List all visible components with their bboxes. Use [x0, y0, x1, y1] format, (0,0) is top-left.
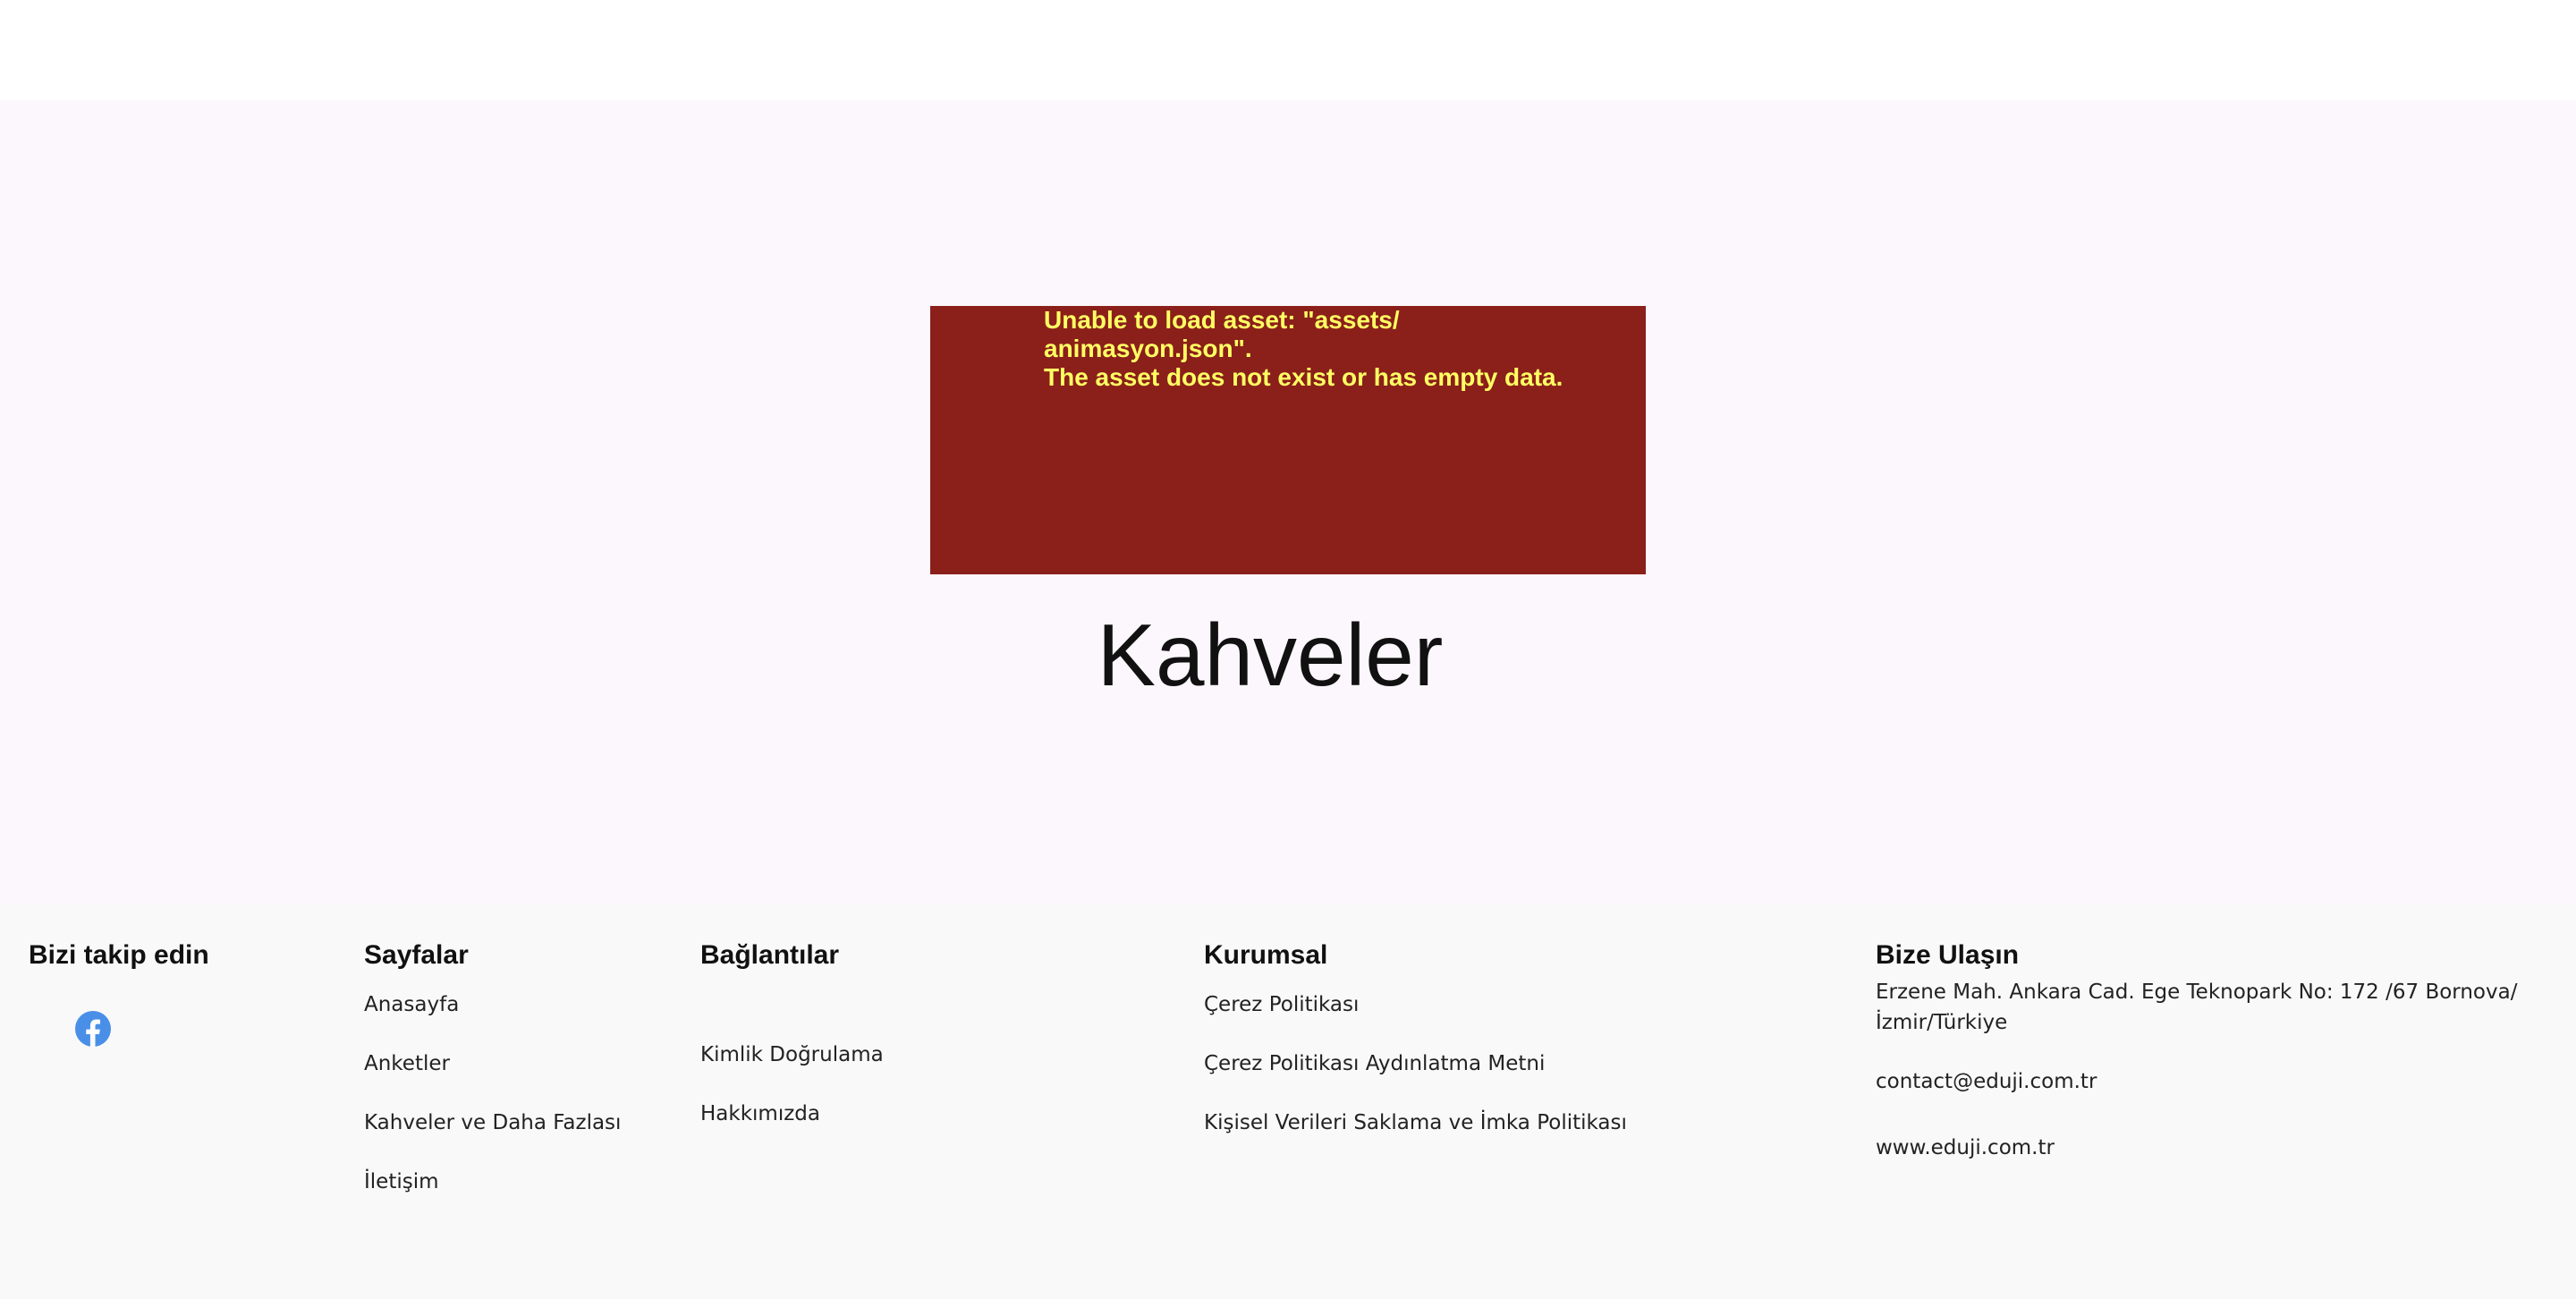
- top-bar: [0, 0, 2576, 100]
- footer-pages-title: Sayfalar: [364, 940, 469, 970]
- footer-link-cookie-policy[interactable]: Çerez Politikası: [1204, 993, 1359, 1016]
- footer-corporate-title: Kurumsal: [1204, 940, 1328, 970]
- asset-error-line-1: Unable to load asset: "assets/: [1044, 306, 1400, 334]
- footer-link-contact[interactable]: İletişim: [364, 1170, 439, 1193]
- footer-follow-title: Bizi takip edin: [29, 940, 209, 970]
- footer-link-coffees[interactable]: Kahveler ve Daha Fazlası: [364, 1111, 621, 1134]
- footer-links-title: Bağlantılar: [700, 940, 840, 970]
- asset-error-message: Unable to load asset: "assets/ animasyon…: [1044, 306, 1616, 392]
- contact-website-link[interactable]: www.eduji.com.tr: [1876, 1136, 2055, 1159]
- footer-link-cookie-disclosure[interactable]: Çerez Politikası Aydınlatma Metni: [1204, 1052, 1545, 1075]
- footer-link-surveys[interactable]: Anketler: [364, 1052, 450, 1075]
- footer: Bizi takip edin Sayfalar Anasayfa Anketl…: [0, 904, 2576, 1299]
- asset-error-line-3: The asset does not exist or has empty da…: [1044, 363, 1563, 391]
- contact-address: Erzene Mah. Ankara Cad. Ege Teknopark No…: [1876, 981, 2518, 1034]
- page-title: Kahveler: [1097, 606, 1444, 704]
- asset-error-box: Unable to load asset: "assets/ animasyon…: [930, 306, 1646, 574]
- facebook-icon[interactable]: [75, 1011, 111, 1047]
- contact-email-link[interactable]: contact@eduji.com.tr: [1876, 1070, 2097, 1093]
- footer-link-about[interactable]: Hakkımızda: [700, 1102, 820, 1125]
- footer-link-auth[interactable]: Kimlik Doğrulama: [700, 1043, 884, 1066]
- footer-link-data-retention[interactable]: Kişisel Verileri Saklama ve İmka Politik…: [1204, 1111, 1627, 1134]
- footer-link-home[interactable]: Anasayfa: [364, 993, 459, 1016]
- footer-contact-title: Bize Ulaşın: [1876, 940, 2020, 970]
- asset-error-line-2: animasyon.json".: [1044, 335, 1252, 362]
